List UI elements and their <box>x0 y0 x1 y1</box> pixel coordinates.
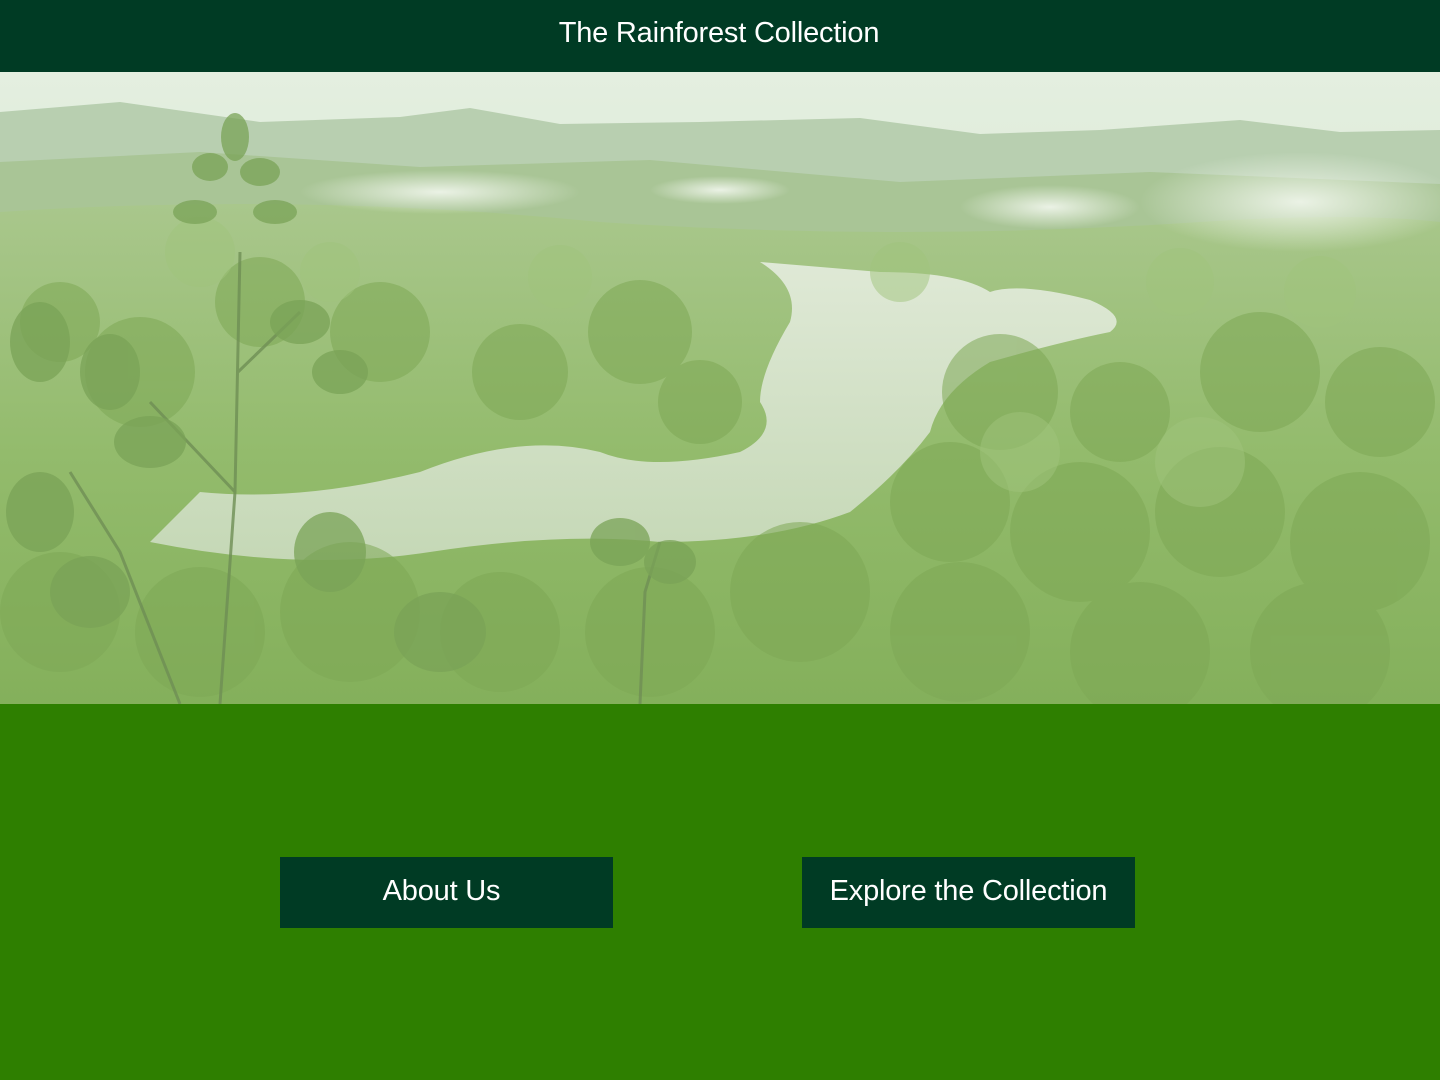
action-panel: About Us Explore the Collection <box>0 704 1440 1080</box>
site-header: The Rainforest Collection <box>0 0 1440 72</box>
hero-image <box>0 72 1440 704</box>
explore-collection-label: Explore the Collection <box>829 874 1108 907</box>
about-us-label: About Us <box>382 874 501 907</box>
explore-collection-button[interactable]: Explore the Collection <box>802 857 1135 928</box>
about-us-button[interactable]: About Us <box>280 857 613 928</box>
rainforest-landscape-image <box>0 72 1440 704</box>
page-title: The Rainforest Collection <box>558 17 880 49</box>
